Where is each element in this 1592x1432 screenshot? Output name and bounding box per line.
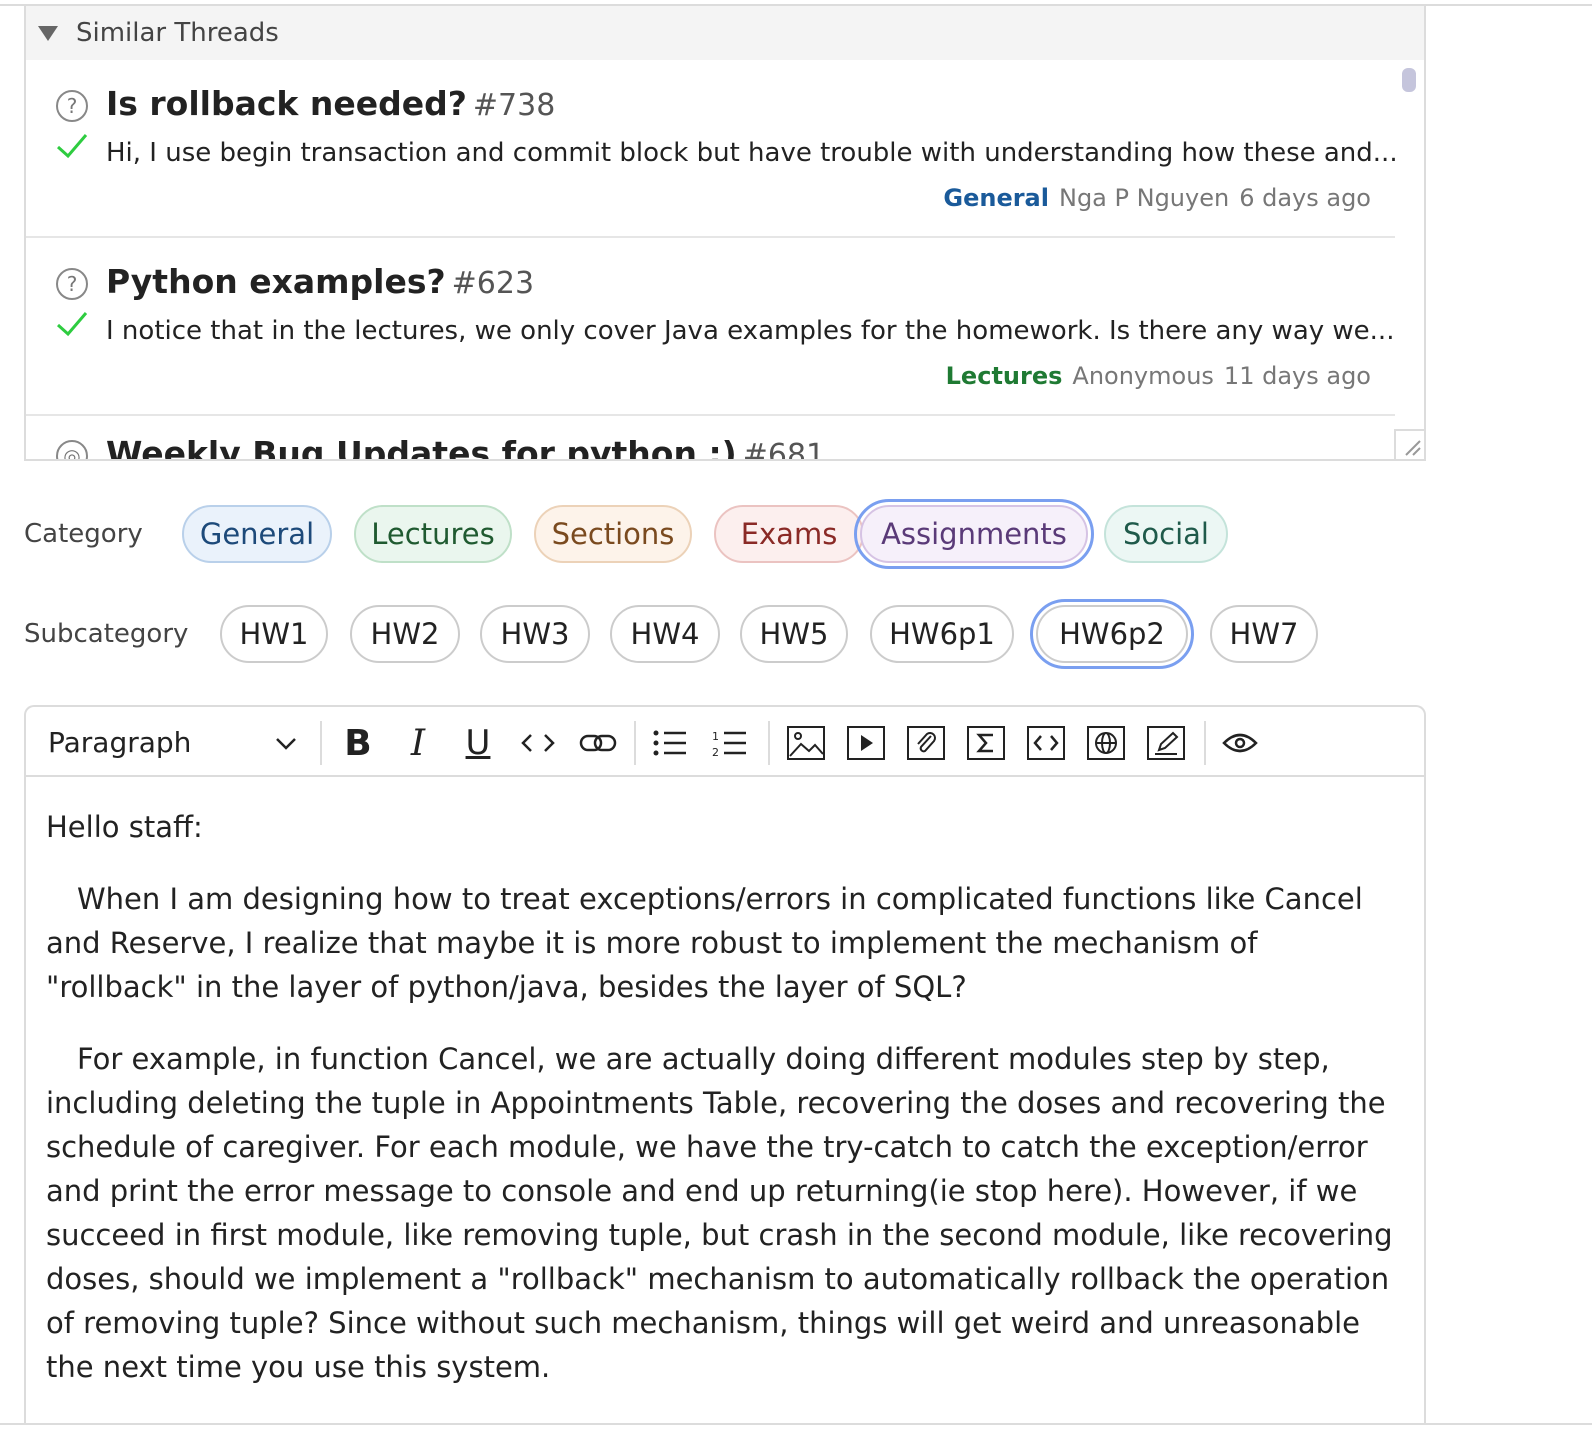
category-pill-exams[interactable]: Exams (714, 505, 864, 563)
toolbar-separator (1204, 721, 1206, 765)
code-icon[interactable] (516, 721, 560, 765)
drawing-icon[interactable] (1144, 721, 1188, 765)
similar-threads-panel: Similar Threads ? Is rollback needed? #73… (24, 6, 1426, 461)
subcategory-pill-hw6p1[interactable]: HW6p1 (870, 605, 1014, 663)
resize-handle-icon[interactable] (1394, 429, 1424, 459)
bullet-list-icon[interactable] (648, 721, 692, 765)
thread-number: #681 (742, 438, 826, 459)
thread-snippet: Hi, I use begin transaction and commit b… (106, 138, 1398, 168)
preview-icon[interactable] (1218, 721, 1262, 765)
category-pill-general[interactable]: General (182, 505, 332, 563)
attachment-icon[interactable] (904, 721, 948, 765)
paragraph-format-value: Paragraph (48, 725, 192, 759)
question-icon: ? (56, 90, 88, 122)
category-pill-sections[interactable]: Sections (534, 505, 692, 563)
math-icon[interactable] (964, 721, 1008, 765)
toolbar-separator (320, 721, 322, 765)
post-editor: Paragraph B I U 12 Hello staff: When I a… (24, 705, 1426, 1425)
toolbar-separator (768, 721, 770, 765)
megaphone-icon: ◎ (56, 440, 88, 459)
editor-paragraph: When I am designing how to treat excepti… (46, 882, 1363, 1004)
editor-toolbar: Paragraph B I U 12 (26, 707, 1424, 777)
category-pill-lectures[interactable]: Lectures (354, 505, 512, 563)
thread-category: Lectures (945, 362, 1063, 390)
svg-text:2: 2 (712, 746, 719, 758)
question-icon: ? (56, 268, 88, 300)
subcategory-pill-hw3[interactable]: HW3 (480, 605, 590, 663)
editor-paragraph: For example, in function Cancel, we are … (46, 1042, 1393, 1384)
editor-content[interactable]: Hello staff: When I am designing how to … (46, 805, 1406, 1417)
collapse-triangle-icon (38, 25, 58, 41)
similar-threads-list[interactable]: ? Is rollback needed? #738 Hi, I use begi… (26, 60, 1401, 459)
numbered-list-icon[interactable]: 12 (708, 721, 752, 765)
thread-time: 11 days ago (1223, 362, 1371, 390)
thread-item-738[interactable]: ? Is rollback needed? #738 Hi, I use begi… (26, 60, 1398, 238)
thread-time: 6 days ago (1239, 184, 1371, 212)
svg-text:1: 1 (712, 730, 719, 743)
italic-icon[interactable]: I (396, 721, 440, 765)
video-icon[interactable] (844, 721, 888, 765)
category-pill-assignments[interactable]: Assignments (854, 499, 1094, 569)
image-icon[interactable] (784, 721, 828, 765)
subcategory-pill-hw1[interactable]: HW1 (220, 605, 328, 663)
web-snippet-icon[interactable] (1084, 721, 1128, 765)
check-icon (56, 312, 88, 337)
thread-item-623[interactable]: ? Python examples? #623 I notice that in … (26, 238, 1395, 416)
bottom-divider (0, 1423, 1592, 1425)
subcategory-pill-hw5[interactable]: HW5 (740, 605, 848, 663)
thread-title: Is rollback needed? #738 (106, 84, 556, 123)
bold-icon[interactable]: B (336, 721, 380, 765)
similar-threads-title: Similar Threads (76, 18, 279, 48)
thread-item-681[interactable]: ◎ Weekly Bug Updates for python :) #681 (26, 416, 1395, 459)
similar-threads-toggle[interactable]: Similar Threads (26, 6, 1424, 60)
link-icon[interactable] (576, 721, 620, 765)
chevron-down-icon (276, 738, 296, 750)
subcategory-pill-hw2[interactable]: HW2 (350, 605, 460, 663)
subcategory-pill-hw4[interactable]: HW4 (610, 605, 720, 663)
underline-icon[interactable]: U (456, 721, 500, 765)
check-icon (56, 134, 88, 159)
thread-snippet: I notice that in the lectures, we only c… (106, 316, 1395, 346)
editor-paragraph: Hello staff: (46, 810, 203, 844)
category-label: Category (24, 519, 143, 549)
scrollbar-thumb[interactable] (1402, 68, 1416, 92)
thread-title: Weekly Bug Updates for python :) #681 (106, 434, 825, 459)
code-block-icon[interactable] (1024, 721, 1068, 765)
thread-author: Anonymous (1072, 362, 1214, 390)
category-pill-social[interactable]: Social (1104, 505, 1228, 563)
thread-author: Nga P Nguyen (1058, 184, 1230, 212)
thread-category: General (943, 184, 1049, 212)
thread-number: #623 (451, 266, 535, 301)
thread-meta: Lectures Anonymous 11 days ago (946, 362, 1371, 390)
subcategory-pill-hw6p2[interactable]: HW6p2 (1030, 599, 1194, 669)
subcategory-pill-hw7[interactable]: HW7 (1210, 605, 1318, 663)
toolbar-separator (634, 721, 636, 765)
subcategory-label: Subcategory (24, 619, 189, 649)
paragraph-format-select[interactable]: Paragraph (48, 721, 298, 763)
thread-title: Python examples? #623 (106, 262, 535, 301)
thread-number: #738 (472, 88, 556, 123)
thread-meta: General Nga P Nguyen 6 days ago (943, 184, 1371, 212)
